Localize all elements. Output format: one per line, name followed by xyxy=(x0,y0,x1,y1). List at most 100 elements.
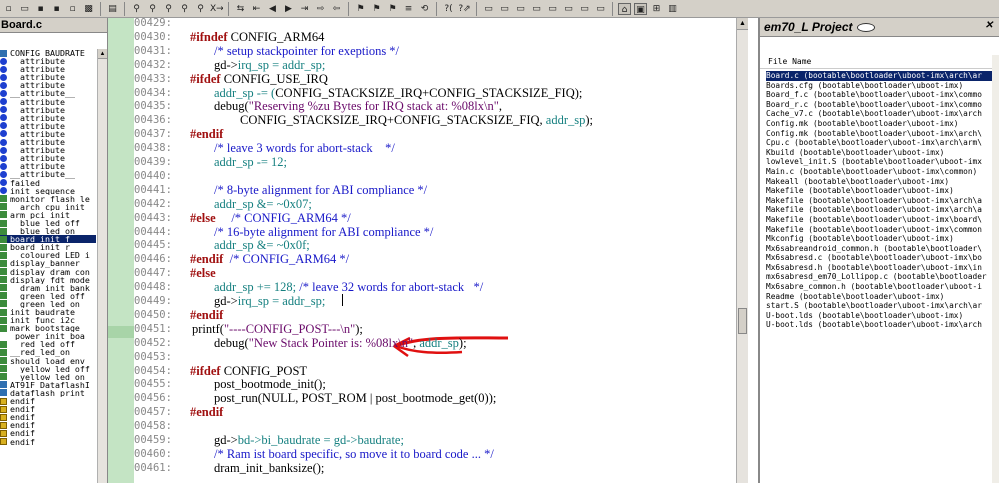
symbol-list-item[interactable]: __attribute__ xyxy=(0,130,96,138)
window-5-icon[interactable]: ▭ xyxy=(546,3,559,15)
symbol-list-item[interactable]: __red_led_on xyxy=(0,348,96,357)
file-name-column-header[interactable]: File Name xyxy=(760,55,999,69)
project-file-item[interactable]: Makefile (bootable\bootloader\uboot-imx\… xyxy=(766,215,992,225)
symbol-list-item[interactable]: __coloured_LED_i xyxy=(0,251,96,259)
scroll-up-arrow-icon[interactable]: ▲ xyxy=(737,18,748,30)
symbol-list-item[interactable]: board_init_r xyxy=(0,243,96,251)
toggle-marker-icon[interactable]: ⇆ xyxy=(234,3,247,15)
symbol-list-item[interactable]: __attribute__ xyxy=(0,98,96,106)
open-folder-icon[interactable]: ▭ xyxy=(18,3,31,15)
find-prev-icon[interactable]: ⚲ xyxy=(146,3,159,15)
symbol-list-item[interactable]: __green_led_on xyxy=(0,300,96,308)
search-project-icon[interactable]: ⚲ xyxy=(194,3,207,15)
find-next-icon[interactable]: ⚲ xyxy=(162,3,175,15)
context-help-icon[interactable]: ?⇗ xyxy=(458,3,471,15)
project-icon[interactable]: ▩ xyxy=(82,3,95,15)
find-icon[interactable]: ⚲ xyxy=(130,3,143,15)
symbol-list-item[interactable]: CONFIG_BAUDRATE xyxy=(0,49,96,57)
bookmark-icon[interactable]: ⚑ xyxy=(354,3,367,15)
project-file-item[interactable]: Mx6sabre_common.h (bootable\bootloader\u… xyxy=(766,282,992,292)
go-to-line-icon[interactable]: ⇨ xyxy=(314,3,327,15)
symbol-list-item[interactable]: __attribute__ xyxy=(0,154,96,162)
symbol-list-item[interactable]: __green_led_off xyxy=(0,292,96,300)
back-icon[interactable]: ◀ xyxy=(266,3,279,15)
close-file-icon[interactable]: ▫ xyxy=(66,3,79,15)
new-file-icon[interactable]: ▫ xyxy=(2,3,15,15)
project-file-item[interactable]: Mx6sabreandroid_common.h (bootable\bootl… xyxy=(766,244,992,254)
symbol-list-item[interactable]: AT91F_DataflashI xyxy=(0,381,96,389)
find-files-icon[interactable]: ⚲ xyxy=(178,3,191,15)
symbol-list-item[interactable]: power_init_boa xyxy=(0,332,96,340)
symbol-list-item[interactable]: endif xyxy=(0,405,96,413)
project-file-item[interactable]: Mx6sabresd.h (bootable\bootloader\uboot-… xyxy=(766,263,992,273)
symbol-list-item[interactable]: endif xyxy=(0,421,96,429)
symbol-list-item[interactable]: display_banner xyxy=(0,259,96,268)
jump-to-def-icon[interactable]: ⇥ xyxy=(298,3,311,15)
symbol-list-item[interactable]: __attribute__ xyxy=(0,106,96,114)
project-file-item[interactable]: Makefile (bootable\bootloader\uboot-imx\… xyxy=(766,225,992,235)
symbol-list-item[interactable]: dataflash_print_ xyxy=(0,389,96,397)
symbol-list-item[interactable]: endif xyxy=(0,429,96,438)
symbol-list-item[interactable]: __attribute__ xyxy=(0,114,96,122)
symbol-list-item[interactable]: __yellow_led_off xyxy=(0,365,96,373)
project-file-item[interactable]: Makefile (bootable\bootloader\uboot-imx\… xyxy=(766,205,992,215)
scrollbar-thumb[interactable] xyxy=(738,308,747,334)
symbol-list-item[interactable]: __attribute__ xyxy=(0,162,96,170)
code-editor[interactable]: 00429: 00430: #ifndef CONFIG_ARM64 00431: /*… xyxy=(134,17,736,483)
references-icon[interactable]: ⚑ xyxy=(370,3,383,15)
symbol-info-icon[interactable]: ≡ xyxy=(402,3,415,15)
project-file-item[interactable]: Board.c (bootable\bootloader\uboot-imx\a… xyxy=(766,71,992,81)
lookup-symbol-icon[interactable]: ?( xyxy=(442,3,455,15)
window-4-icon[interactable]: ▭ xyxy=(530,3,543,15)
project-file-item[interactable]: Board_r.c (bootable\bootloader\uboot-imx… xyxy=(766,100,992,110)
print-icon[interactable]: ▤ xyxy=(106,3,119,15)
project-file-item[interactable]: Cpu.c (bootable\bootloader\uboot-imx\arc… xyxy=(766,138,992,148)
project-file-item[interactable]: Boards.cfg (bootable\bootloader\uboot-im… xyxy=(766,81,992,91)
symbol-list-item[interactable]: __attribute__ xyxy=(0,122,96,130)
project-file-item[interactable]: Mx6sabresd.c (bootable\bootloader\uboot-… xyxy=(766,253,992,263)
file-list-scroll-track[interactable] xyxy=(992,55,999,483)
symbol-list-item[interactable]: __attribute__ xyxy=(0,138,96,146)
context-window-icon[interactable]: ⊞ xyxy=(650,3,663,15)
symbol-list-item[interactable]: should_load_env xyxy=(0,357,96,365)
symbol-list-item[interactable]: init_baudrate xyxy=(0,308,96,316)
symbol-list-item[interactable]: endif xyxy=(0,397,96,405)
symbol-list-item[interactable]: __attribute__ xyxy=(0,170,96,179)
project-file-item[interactable]: Cache_v7.c (bootable\bootloader\uboot-im… xyxy=(766,109,992,119)
project-file-item[interactable]: Mkconfig (bootable\bootloader\uboot-imx) xyxy=(766,234,992,244)
sync-icon[interactable]: ⟲ xyxy=(418,3,431,15)
project-file-item[interactable]: Makefile (bootable\bootloader\uboot-imx) xyxy=(766,186,992,196)
window-8-icon[interactable]: ▭ xyxy=(594,3,607,15)
symbol-list-item[interactable]: __attribute__ xyxy=(0,57,96,65)
forward-icon[interactable]: ▶ xyxy=(282,3,295,15)
project-file-item[interactable]: start.S (bootable\bootloader\uboot-imx\a… xyxy=(766,301,992,311)
symbol-list-item[interactable]: __dram_init_bank xyxy=(0,284,96,292)
jump-back-icon[interactable]: ⇤ xyxy=(250,3,263,15)
symbol-list-item[interactable]: init_func_i2c xyxy=(0,316,96,324)
call-graph-icon[interactable]: ⚑ xyxy=(386,3,399,15)
symbol-list-item[interactable]: display_dram_con xyxy=(0,268,96,276)
window-3-icon[interactable]: ▭ xyxy=(514,3,527,15)
symbol-list-item[interactable]: __arch_cpu_init xyxy=(0,203,96,211)
editor-vertical-scrollbar[interactable]: ▲ xyxy=(736,18,748,483)
close-icon[interactable]: ✕ xyxy=(983,20,995,32)
symbol-list-item[interactable]: __attribute__ xyxy=(0,89,96,98)
symbol-list-item[interactable]: monitor_flash_le xyxy=(0,195,96,203)
symbol-list-item[interactable]: failed xyxy=(0,179,96,187)
save-all-icon[interactable]: ▪ xyxy=(50,3,63,15)
project-file-item[interactable]: U-boot.lds (bootable\bootloader\uboot-im… xyxy=(766,320,992,330)
symbol-list-item[interactable]: arm_pci_init xyxy=(0,211,96,219)
window-1-icon[interactable]: ▭ xyxy=(482,3,495,15)
symbol-list-item[interactable]: __attribute__ xyxy=(0,73,96,81)
symbol-list-item[interactable]: __blue_led_on xyxy=(0,227,96,235)
replace-icon[interactable]: X→Y xyxy=(210,3,223,15)
project-window-icon[interactable]: ▣ xyxy=(634,2,647,15)
symbol-list-item[interactable]: endif xyxy=(0,413,96,421)
symbol-list-item[interactable]: __red_led_off xyxy=(0,340,96,348)
symbol-list-item[interactable]: __attribute__ xyxy=(0,146,96,154)
project-file-item[interactable]: Board_f.c (bootable\bootloader\uboot-imx… xyxy=(766,90,992,100)
project-file-item[interactable]: Kbuild (bootable\bootloader\uboot-imx) xyxy=(766,148,992,158)
jump-to-match-icon[interactable]: ⇦ xyxy=(330,3,343,15)
project-file-item[interactable]: mx6sabresd_em70_Lollipop.c (bootable\boo… xyxy=(766,272,992,282)
window-7-icon[interactable]: ▭ xyxy=(578,3,591,15)
